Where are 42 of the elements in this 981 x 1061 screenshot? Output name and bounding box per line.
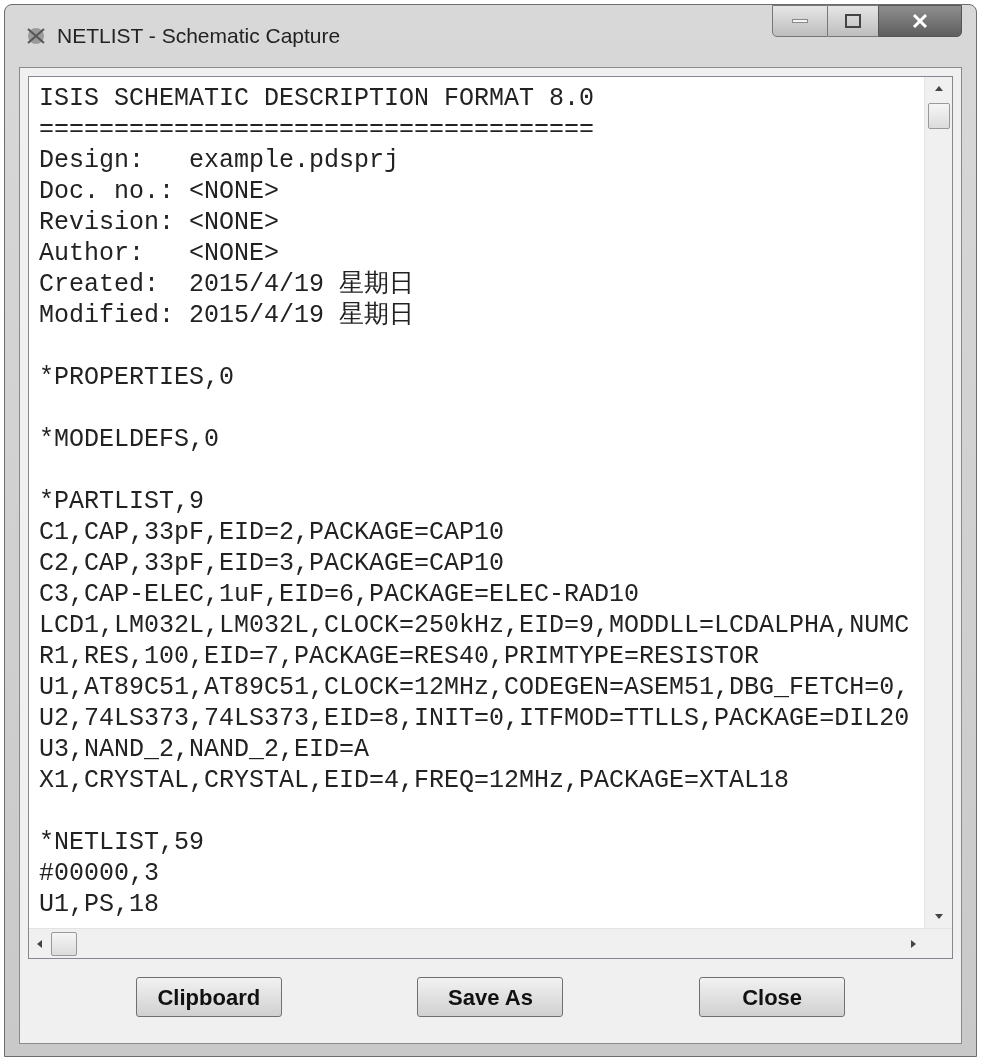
- close-icon: [911, 13, 929, 29]
- netlist-line: C2,CAP,33pF,EID=3,PACKAGE=CAP10: [39, 548, 505, 579]
- netlist-line: R1,RES,100,EID=7,PACKAGE=RES40,PRIMTYPE=RESISTOR: [39, 641, 760, 672]
- netlist-line: LCD1,LM032L,LM032L,CLOCK=250kHz,EID=9,MODDLL=LCDALPHA,NUMC: [39, 610, 910, 641]
- netlist-line: U3,NAND_2,NAND_2,EID=A: [39, 734, 370, 765]
- netlist-line: C3,CAP-ELEC,1uF,EID=6,PACKAGE=ELEC-RAD10: [39, 579, 640, 610]
- close-button[interactable]: [878, 5, 962, 37]
- vertical-scrollbar[interactable]: [924, 77, 952, 928]
- netlist-line: Doc. no.: <NONE>: [39, 176, 280, 207]
- netlist-line: U1,PS,18: [39, 889, 160, 920]
- scroll-left-icon[interactable]: [35, 937, 45, 950]
- scrollbar-corner: [924, 929, 952, 958]
- scroll-thumb[interactable]: [927, 103, 950, 129]
- netlist-line: #00000,3: [39, 858, 160, 889]
- netlist-line: *PARTLIST,9: [39, 486, 205, 517]
- scroll-thumb[interactable]: [51, 931, 77, 956]
- horizontal-scrollbar[interactable]: [29, 929, 924, 958]
- maximize-button[interactable]: [828, 5, 878, 37]
- netlist-text-area[interactable]: [28, 76, 953, 959]
- window-title: NETLIST - Schematic Capture: [57, 23, 341, 50]
- netlist-line: Author: <NONE>: [39, 238, 280, 269]
- netlist-line: C1,CAP,33pF,EID=2,PACKAGE=CAP10: [39, 517, 505, 548]
- netlist-line: ISIS SCHEMATIC DESCRIPTION FORMAT 8.0: [39, 83, 595, 114]
- minimize-icon: [792, 19, 808, 23]
- netlist-line: Modified: 2015/4/19 星期日: [39, 300, 415, 331]
- netlist-line: Design: example.pdsprj: [39, 145, 400, 176]
- netlist-line: Revision: <NONE>: [39, 207, 280, 238]
- dialog-button[interactable]: Save As: [417, 977, 564, 1017]
- netlist-line: X1,CRYSTAL,CRYSTAL,EID=4,FREQ=12MHz,PACKAGE=XTAL18: [39, 765, 790, 796]
- minimize-button[interactable]: [772, 5, 828, 37]
- maximize-icon: [845, 14, 861, 28]
- dialog-button[interactable]: Clipboard: [135, 977, 282, 1017]
- dialog-button[interactable]: Close: [699, 977, 846, 1017]
- scroll-right-icon[interactable]: [908, 937, 918, 950]
- netlist-line: =====================================: [39, 114, 595, 145]
- netlist-line: *MODELDEFS,0: [39, 424, 220, 455]
- netlist-line: *NETLIST,59: [39, 827, 205, 858]
- netlist-line: *PROPERTIES,0: [39, 362, 235, 393]
- netlist-line: U1,AT89C51,AT89C51,CLOCK=12MHz,CODEGEN=ASEM51,DBG_FETCH=0,: [39, 672, 910, 703]
- netlist-line: U2,74LS373,74LS373,EID=8,INIT=0,ITFMOD=TTLLS,PACKAGE=DIL20: [39, 703, 910, 734]
- app-icon: [25, 25, 47, 47]
- netlist-line: Created: 2015/4/19 星期日: [39, 269, 415, 300]
